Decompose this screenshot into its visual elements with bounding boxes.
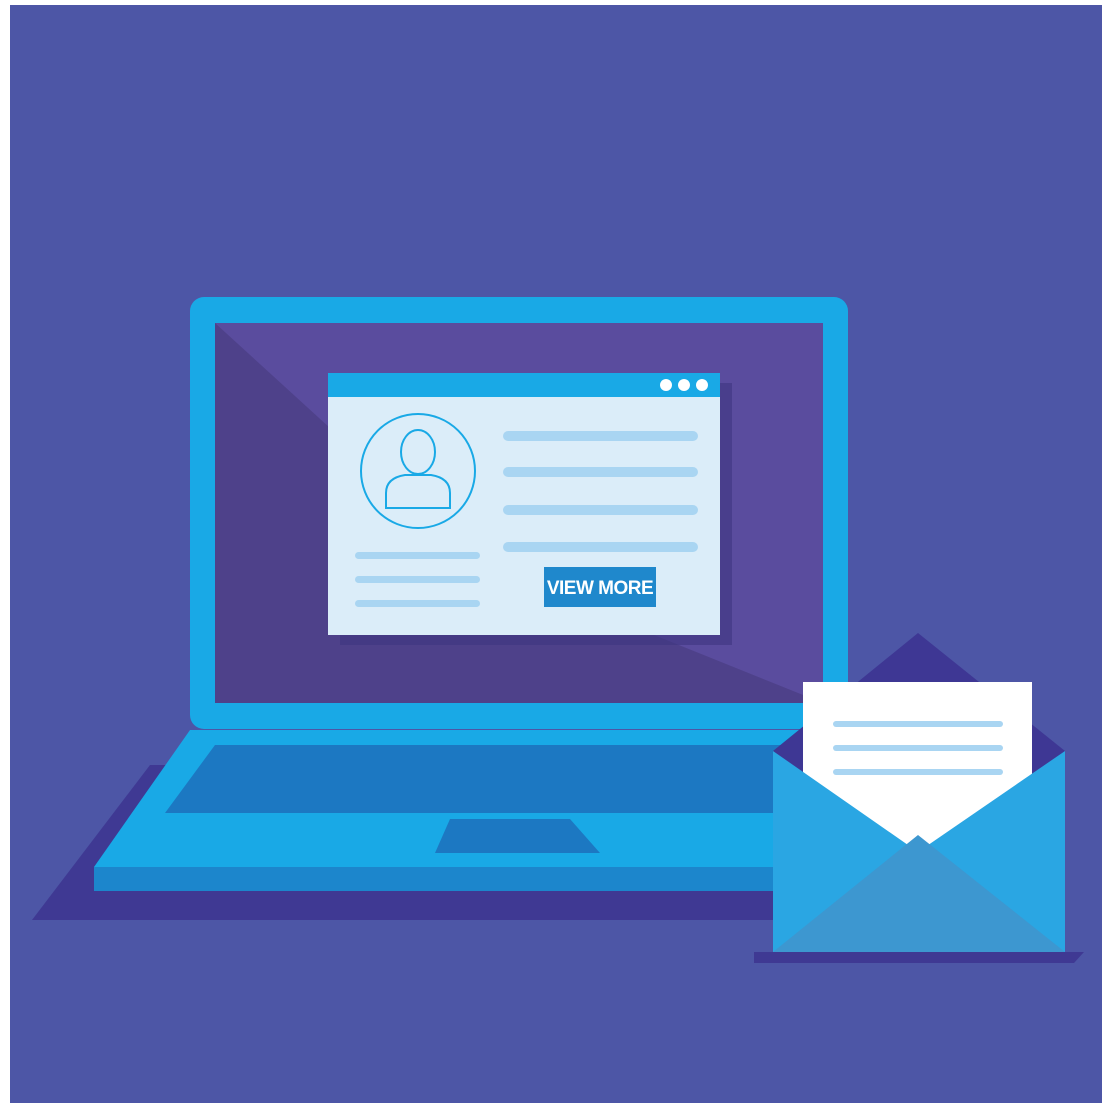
view-more-label: VIEW MORE — [547, 578, 653, 599]
browser-window-icon: VIEW MORE — [328, 373, 732, 645]
view-more-button[interactable]: VIEW MORE — [544, 567, 656, 607]
window-dot-icon[interactable] — [660, 379, 672, 391]
illustration-svg: VIEW MORE — [10, 5, 1102, 1103]
placeholder-line — [503, 467, 698, 477]
placeholder-line — [355, 600, 480, 607]
laptop-keyboard — [165, 745, 880, 813]
illustration-canvas: VIEW MORE — [10, 5, 1102, 1103]
letter-line — [833, 769, 1003, 775]
placeholder-line — [355, 576, 480, 583]
placeholder-line — [503, 542, 698, 552]
placeholder-line — [503, 505, 698, 515]
letter-line — [833, 721, 1003, 727]
envelope-shadow — [754, 952, 1084, 963]
illustration-frame: VIEW MORE — [0, 0, 1112, 1108]
window-dot-icon[interactable] — [678, 379, 690, 391]
placeholder-line — [355, 552, 480, 559]
letter-line — [833, 745, 1003, 751]
placeholder-line — [503, 431, 698, 441]
window-dot-icon[interactable] — [696, 379, 708, 391]
